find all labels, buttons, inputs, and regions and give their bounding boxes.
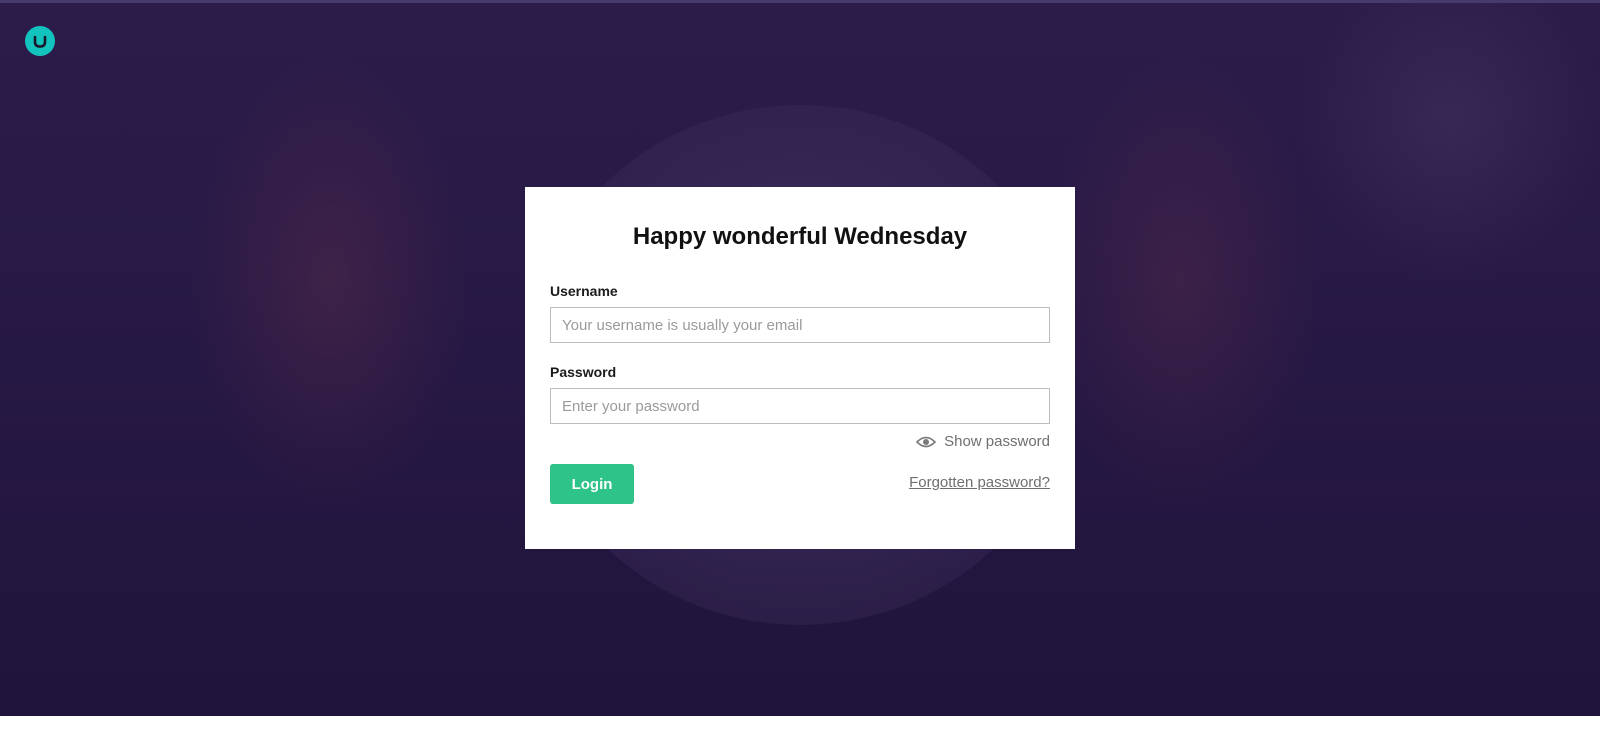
login-card: Happy wonderful Wednesday Username Passw… (525, 187, 1075, 549)
eye-icon (916, 435, 937, 449)
password-label: Password (550, 364, 617, 380)
logo-glyph (33, 35, 47, 48)
bottom-strip (0, 716, 1600, 732)
show-password-toggle[interactable]: Show password (916, 433, 1050, 450)
login-button[interactable]: Login (550, 464, 634, 504)
password-input[interactable] (550, 388, 1050, 424)
show-password-label: Show password (944, 433, 1050, 450)
umbraco-logo-icon[interactable] (25, 26, 55, 56)
username-input[interactable] (550, 307, 1050, 343)
greeting-title: Happy wonderful Wednesday (632, 223, 968, 250)
forgot-password-link[interactable]: Forgotten password? (909, 474, 1050, 491)
top-border (0, 0, 1600, 3)
username-label: Username (550, 283, 618, 299)
